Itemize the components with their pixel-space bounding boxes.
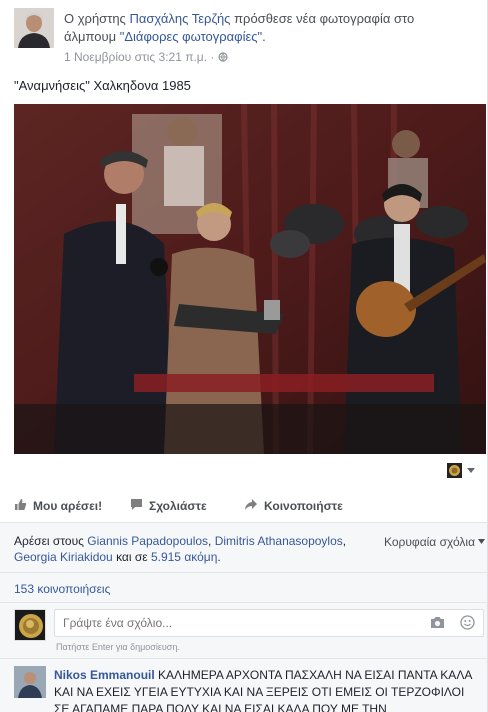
like-label: Μου αρέσει! <box>33 499 103 513</box>
speech-bubble-icon <box>130 498 143 514</box>
meta-separator: · <box>210 50 215 64</box>
headline-prefix: Ο χρήστης <box>64 11 126 26</box>
comment-label: Σχολιάστε <box>149 499 207 513</box>
shares-count-link[interactable]: 153 κοινοποιήσεις <box>14 582 110 596</box>
commenter-avatar[interactable] <box>14 666 46 698</box>
author-avatar[interactable] <box>14 8 54 48</box>
post-meta: 1 Νοεμβρίου στις 3:21 π.μ. · <box>64 50 228 65</box>
post-headline: Ο χρήστης Πασχάλης Τερζής πρόσθεσε νέα φ… <box>64 10 464 46</box>
post-actions: Μου αρέσει! Σχολιάστε Κοινοποιήστε <box>0 492 487 522</box>
liker-link[interactable]: Giannis Papadopoulos <box>87 534 208 548</box>
photo-options-button[interactable] <box>446 462 478 480</box>
post-timestamp[interactable]: 1 Νοεμβρίου στις 3:21 π.μ. <box>64 50 207 64</box>
shares-row: 153 κοινοποιήσεις <box>0 572 487 602</box>
share-button[interactable]: Κοινοποιήστε <box>244 498 343 514</box>
camera-icon[interactable] <box>430 616 445 634</box>
liker-link[interactable]: Georgia Kiriakidou <box>14 550 113 564</box>
likes-separator: , <box>208 534 215 548</box>
reactions-panel: Αρέσει στους Giannis Papadopoulos, Dimit… <box>0 522 487 572</box>
feed-post: Ο χρήστης Πασχάλης Τερζής πρόσθεσε νέα φ… <box>0 0 488 712</box>
likes-prefix: Αρέσει στους <box>14 534 84 548</box>
share-label: Κοινοποιήστε <box>264 499 343 513</box>
liker-link[interactable]: Dimitris Athanasopoylos <box>215 534 343 548</box>
comment-input[interactable] <box>54 609 484 637</box>
album-link[interactable]: "Διάφορες φωτογραφίες" <box>120 29 262 44</box>
other-likers-link[interactable]: 5.915 ακόμη <box>151 550 217 564</box>
composer-hint: Πατήστε Enter για δημοσίευση. <box>56 642 180 652</box>
comment-item: Nikos Emmanouil ΚΑΛΗΜΕΡΑ ΑΡΧΟΝΤΑ ΠΑΣΧΑΛΗ… <box>0 658 487 712</box>
likes-summary: Αρέσει στους Giannis Papadopoulos, Dimit… <box>14 533 354 565</box>
comment-button[interactable]: Σχολιάστε <box>130 498 207 514</box>
post-caption: "Αναμνήσεις" Χαλκηδονα 1985 <box>14 78 191 93</box>
top-comments-label: Κορυφαία σχόλια <box>384 535 476 549</box>
caret-down-icon <box>478 533 486 547</box>
viewer-avatar <box>14 609 46 641</box>
top-comments-dropdown[interactable]: Κορυφαία σχόλια <box>384 533 486 549</box>
likes-and-text: και σε <box>116 550 148 564</box>
likes-separator: , <box>342 534 347 548</box>
globe-icon[interactable] <box>218 51 228 65</box>
emoji-icon[interactable] <box>460 615 475 635</box>
post-photo[interactable] <box>14 104 486 454</box>
commenter-name-link[interactable]: Nikos Emmanouil <box>54 668 155 682</box>
comment-composer: Πατήστε Enter για δημοσίευση. <box>0 602 487 658</box>
like-button[interactable]: Μου αρέσει! <box>14 498 102 514</box>
thumbs-up-icon <box>14 498 27 514</box>
comment-body: Nikos Emmanouil ΚΑΛΗΜΕΡΑ ΑΡΧΟΝΤΑ ΠΑΣΧΑΛΗ… <box>54 667 474 712</box>
post-header: Ο χρήστης Πασχάλης Τερζής πρόσθεσε νέα φ… <box>14 8 474 64</box>
likes-end: . <box>217 550 221 564</box>
headline-suffix: . <box>262 29 266 44</box>
author-link[interactable]: Πασχάλης Τερζής <box>129 11 230 26</box>
share-arrow-icon <box>244 498 258 514</box>
